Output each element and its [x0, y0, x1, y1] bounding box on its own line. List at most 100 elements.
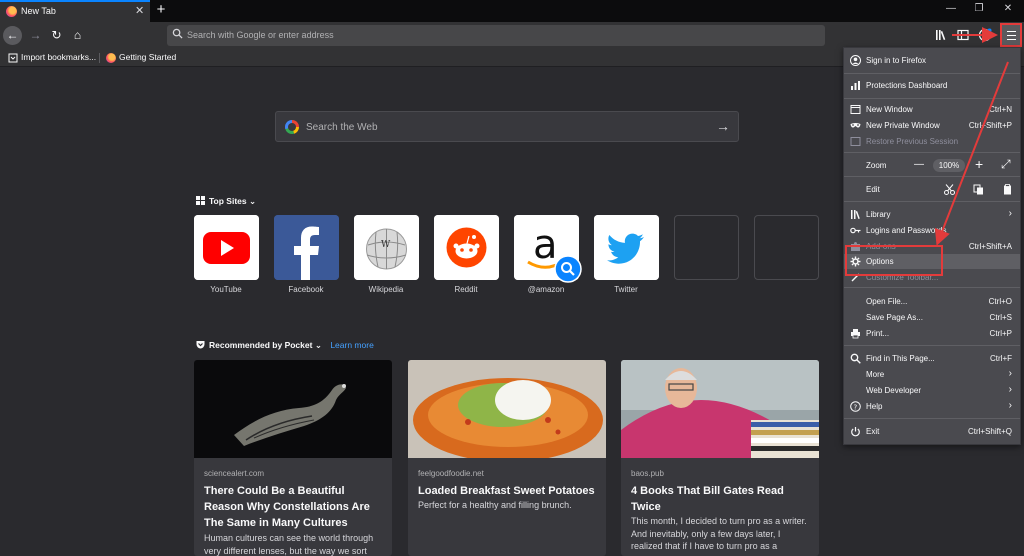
- top-site-twitter[interactable]: [594, 215, 659, 280]
- sweet-potato-image: [408, 360, 606, 458]
- card-source: feelgoodfoodie.net: [418, 469, 484, 478]
- pocket-heading[interactable]: Recommended by Pocket ⌄ Learn more: [196, 340, 374, 351]
- printer-icon: [851, 329, 860, 339]
- menu-private-window[interactable]: New Private Window Ctrl+Shift+P: [844, 118, 1020, 134]
- menu-open-file[interactable]: Open File... Ctrl+O: [844, 294, 1020, 310]
- search-icon: [172, 28, 183, 39]
- close-window-button[interactable]: ✕: [1001, 3, 1015, 14]
- account-icon[interactable]: [978, 28, 992, 42]
- bookmark-separator: [99, 53, 100, 63]
- top-site-wikipedia[interactable]: W: [354, 215, 419, 280]
- menu-print[interactable]: Print... Ctrl+P: [844, 326, 1020, 342]
- menu-more[interactable]: More ›: [844, 367, 1020, 383]
- pocket-card[interactable]: baos.pub 4 Books That Bill Gates Read Tw…: [621, 360, 819, 556]
- menu-separator: [844, 287, 1020, 288]
- url-bar[interactable]: Search with Google or enter address: [167, 25, 825, 46]
- card-description: This month, I decided to turn pro as a w…: [631, 516, 807, 551]
- firefox-icon: [106, 53, 116, 63]
- copy-icon[interactable]: [973, 184, 984, 195]
- fullscreen-button[interactable]: ⤢: [1001, 157, 1011, 172]
- menu-separator: [844, 176, 1020, 177]
- library-icon[interactable]: [935, 29, 948, 41]
- pocket-card[interactable]: feelgoodfoodie.net Loaded Breakfast Swee…: [408, 360, 606, 556]
- tab-close-icon[interactable]: ✕: [135, 4, 144, 17]
- top-site-reddit[interactable]: [434, 215, 499, 280]
- top-site-label: Facebook: [288, 285, 324, 294]
- menu-separator: [844, 73, 1020, 74]
- zoom-out-button[interactable]: —: [914, 159, 924, 170]
- tab-title: New Tab: [21, 6, 56, 16]
- maximize-button[interactable]: ❐: [972, 3, 986, 14]
- card-description: Perfect for a healthy and filling brunch…: [418, 500, 572, 510]
- power-icon: [851, 427, 860, 437]
- menu-logins[interactable]: Logins and Passwords: [844, 223, 1020, 239]
- new-tab-button[interactable]: +: [153, 1, 169, 18]
- open-menu-button[interactable]: [1000, 23, 1022, 47]
- menu-help[interactable]: ? Help ›: [844, 399, 1020, 415]
- chevron-down-icon[interactable]: ⌄: [315, 340, 322, 350]
- menu-protections[interactable]: Protections Dashboard: [844, 78, 1020, 94]
- back-button[interactable]: ←: [3, 26, 22, 45]
- zoom-in-button[interactable]: +: [975, 156, 983, 172]
- card-source: sciencealert.com: [204, 469, 265, 478]
- zoom-label: Zoom: [866, 161, 887, 170]
- chevron-right-icon: ›: [1008, 368, 1012, 379]
- search-arrow-icon[interactable]: →: [716, 118, 730, 134]
- zoom-reset-button[interactable]: 100%: [933, 159, 965, 172]
- help-icon: ?: [850, 401, 861, 412]
- menu-save-page[interactable]: Save Page As... Ctrl+S: [844, 310, 1020, 326]
- search-icon: [850, 353, 861, 364]
- top-site-youtube[interactable]: [194, 215, 259, 280]
- url-placeholder: Search with Google or enter address: [187, 30, 334, 40]
- chevron-right-icon: ›: [1008, 208, 1012, 219]
- menu-zoom-row: Zoom: [844, 158, 1020, 174]
- card-description: Human cultures can see the world through…: [204, 533, 374, 556]
- key-icon: [850, 227, 861, 234]
- new-window-icon: [850, 105, 861, 114]
- chart-icon: [851, 81, 860, 90]
- bookmark-import[interactable]: Import bookmarks...: [21, 52, 96, 62]
- sidebar-icon[interactable]: [957, 29, 969, 41]
- mask-icon: [850, 123, 861, 128]
- menu-sign-in[interactable]: Sign in to Firefox: [844, 53, 1020, 69]
- youtube-icon: [194, 215, 259, 280]
- account-icon: [850, 55, 861, 66]
- cut-icon[interactable]: [944, 184, 955, 195]
- svg-text:W: W: [381, 240, 391, 250]
- web-search-placeholder: Search the Web: [306, 122, 378, 133]
- menu-find[interactable]: Find in This Page... Ctrl+F: [844, 351, 1020, 367]
- google-icon: [285, 120, 299, 134]
- edit-label: Edit: [866, 185, 880, 194]
- menu-separator: [844, 201, 1020, 202]
- menu-restore-session[interactable]: Restore Previous Session: [844, 134, 1020, 150]
- pocket-card[interactable]: sciencealert.com There Could Be a Beauti…: [194, 360, 392, 556]
- tab-new-tab[interactable]: New Tab ✕: [0, 0, 150, 22]
- reload-button[interactable]: ↻: [47, 26, 66, 45]
- top-site-empty[interactable]: [674, 215, 739, 280]
- top-site-label: YouTube: [210, 285, 242, 294]
- forward-button[interactable]: →: [26, 26, 45, 45]
- menu-separator: [844, 98, 1020, 99]
- menu-library[interactable]: Library ›: [844, 207, 1020, 223]
- bookmark-getting-started[interactable]: Getting Started: [119, 52, 176, 62]
- top-site-amazon[interactable]: a: [514, 215, 582, 283]
- card-source: baos.pub: [631, 469, 664, 478]
- top-site-label: Twitter: [614, 285, 638, 294]
- minimize-button[interactable]: —: [944, 3, 958, 14]
- top-site-empty[interactable]: [754, 215, 819, 280]
- learn-more-link[interactable]: Learn more: [330, 340, 373, 350]
- paste-icon[interactable]: [1002, 184, 1013, 195]
- menu-edit-row: Edit: [844, 182, 1020, 198]
- menu-exit[interactable]: Exit Ctrl+Shift+Q: [844, 424, 1020, 440]
- home-button[interactable]: ⌂: [68, 26, 87, 45]
- chevron-down-icon[interactable]: ⌄: [249, 196, 256, 206]
- search-badge-icon: [554, 255, 582, 283]
- top-sites-heading[interactable]: Top Sites ⌄: [196, 196, 256, 207]
- menu-web-developer[interactable]: Web Developer ›: [844, 383, 1020, 399]
- twitter-icon: [594, 215, 659, 280]
- top-site-facebook[interactable]: [274, 215, 339, 280]
- menu-new-window[interactable]: New Window Ctrl+N: [844, 102, 1020, 118]
- wikipedia-icon: W: [354, 215, 419, 280]
- web-search-box[interactable]: Search the Web →: [275, 111, 739, 142]
- grid-icon: [196, 196, 205, 205]
